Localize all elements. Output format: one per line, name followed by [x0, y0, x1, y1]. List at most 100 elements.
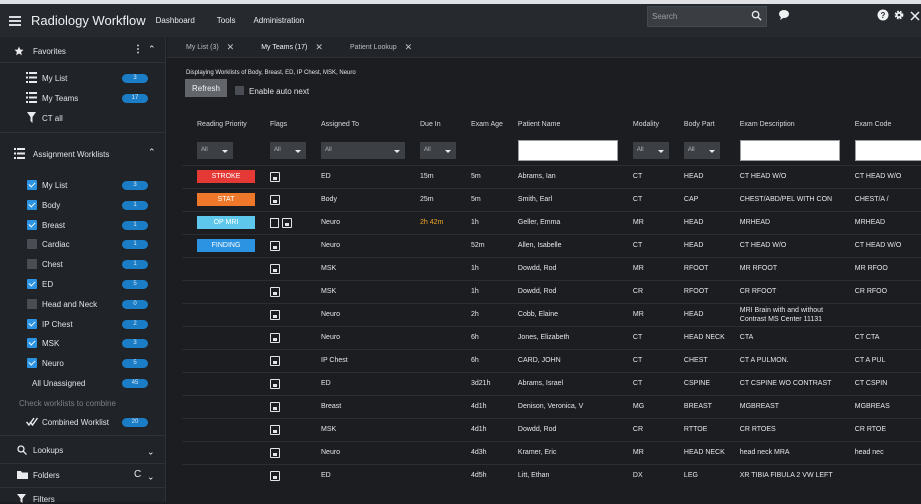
- document-icon[interactable]: [270, 217, 279, 228]
- image-icon[interactable]: [282, 217, 292, 228]
- table-row[interactable]: Neuro 2h Cobb, Elaine MR HEAD MRI Brain with …: [182, 302, 921, 326]
- chat-icon[interactable]: [778, 9, 790, 21]
- assignment-worklists-header[interactable]: Assignment Worklists ⌃: [0, 147, 166, 161]
- combined-worklist[interactable]: Combined Worklist 20: [0, 416, 166, 428]
- favorite-ct-all[interactable]: CT all: [0, 112, 166, 124]
- worklist-item[interactable]: Body 1: [0, 199, 166, 211]
- favorites-header[interactable]: Favorites ⋮ ⌃: [0, 43, 166, 59]
- filter-select[interactable]: All: [321, 142, 405, 160]
- column-header[interactable]: Exam Age: [456, 112, 503, 137]
- chevron-down-icon[interactable]: ⌃: [147, 445, 155, 456]
- nav-dashboard[interactable]: Dashboard: [156, 16, 195, 25]
- filter-text-input[interactable]: [517, 140, 618, 162]
- refresh-button[interactable]: Refresh: [185, 79, 227, 97]
- table-row[interactable]: STAT Body 25m 5m Smith, Earl CT CAP CHEST/ABD/P…: [182, 187, 921, 211]
- filters-header[interactable]: Filters: [0, 492, 166, 504]
- column-header[interactable]: Assigned To: [306, 112, 405, 137]
- filter-select[interactable]: All: [683, 142, 720, 160]
- search-input[interactable]: Search: [647, 6, 767, 27]
- worklist-item[interactable]: My List 3: [0, 179, 166, 191]
- close-icon[interactable]: [909, 9, 921, 21]
- help-icon[interactable]: ?: [877, 9, 889, 21]
- filter-select[interactable]: All: [632, 142, 669, 160]
- image-icon[interactable]: [270, 378, 280, 389]
- table-row[interactable]: IP Chest 6h CARD, JOHN CT CHEST CT A PULMON. C…: [182, 348, 921, 372]
- worklist-checkbox[interactable]: [27, 338, 37, 349]
- worklist-item[interactable]: Cardiac 1: [0, 238, 166, 250]
- close-icon[interactable]: ✕: [315, 42, 323, 53]
- close-icon[interactable]: ✕: [227, 42, 235, 53]
- worklist-item[interactable]: MSK 3: [0, 337, 166, 349]
- chevron-up-icon[interactable]: ⌃: [148, 147, 156, 158]
- worklist-checkbox[interactable]: [27, 279, 37, 289]
- image-icon[interactable]: [270, 171, 280, 182]
- image-icon[interactable]: [270, 286, 280, 297]
- worklist-item[interactable]: IP Chest 2: [0, 318, 166, 330]
- column-header[interactable]: Flags: [255, 112, 306, 137]
- favorite-my-list[interactable]: My List 3: [0, 72, 166, 84]
- worklist-item[interactable]: Neuro 5: [0, 357, 166, 369]
- worklist-item[interactable]: ED 5: [0, 278, 166, 290]
- favorite-my-teams[interactable]: My Teams 17: [0, 92, 166, 104]
- more-icon[interactable]: ⋮: [133, 44, 143, 55]
- table-row[interactable]: Neuro 4d3h Kramer, Eric MR HEAD NECK head nec…: [182, 440, 921, 464]
- table-row[interactable]: ED 3d21h Abrams, Israel CT CSPINE CT CSPINE W…: [182, 371, 921, 395]
- folders-header[interactable]: Folders C ⌃: [0, 468, 166, 482]
- column-header[interactable]: Body Part: [669, 112, 725, 137]
- filter-select[interactable]: All: [197, 142, 233, 160]
- worklist-item[interactable]: Chest 1: [0, 258, 166, 270]
- refresh-icon[interactable]: C: [134, 469, 141, 480]
- worklist-item[interactable]: Head and Neck 0: [0, 298, 166, 310]
- worklist-checkbox[interactable]: [27, 180, 37, 190]
- worklist-checkbox[interactable]: [27, 318, 37, 329]
- column-header[interactable]: Exam Code: [840, 112, 921, 137]
- nav-tools[interactable]: Tools: [217, 16, 236, 25]
- table-row[interactable]: OP MRI Neuro 2h 42m 1h Geller, Emma MR HEAD MRH…: [182, 210, 921, 234]
- worklist-checkbox[interactable]: [27, 199, 37, 210]
- filter-text-input[interactable]: [854, 140, 921, 162]
- chevron-down-icon[interactable]: ⌃: [147, 470, 155, 481]
- worklist-checkbox[interactable]: [27, 298, 37, 309]
- image-icon[interactable]: [270, 332, 280, 343]
- table-row[interactable]: MSK 1h Dowdd, Rod MR RFOOT MR RFOOT MR RFOO: [182, 256, 921, 280]
- chevron-up-icon[interactable]: ⌃: [148, 44, 156, 55]
- image-icon[interactable]: [270, 240, 280, 251]
- table-row[interactable]: Breast 4d1h Denison, Veronica, V MG BREAST MG…: [182, 394, 921, 418]
- auto-next-checkbox[interactable]: [235, 86, 244, 95]
- image-icon[interactable]: [270, 309, 280, 320]
- tab-my-list[interactable]: My List (3) ✕: [167, 37, 242, 58]
- tab-my-teams[interactable]: My Teams (17) ✕: [242, 37, 331, 58]
- close-icon[interactable]: ✕: [405, 42, 413, 53]
- all-unassigned[interactable]: All Unassigned 45: [0, 377, 166, 389]
- table-row[interactable]: ED 4d5h Litt, Ethan DX LEG XR TIBIA FIBULA 2 …: [182, 463, 921, 487]
- table-row[interactable]: Neuro 6h Jones, Elizabeth CT HEAD NECK CTA CT …: [182, 325, 921, 349]
- image-icon[interactable]: [270, 263, 280, 274]
- worklist-checkbox[interactable]: [27, 259, 37, 270]
- column-header[interactable]: Due In: [405, 112, 456, 137]
- image-icon[interactable]: [270, 424, 280, 435]
- filter-select[interactable]: All: [420, 142, 456, 160]
- worklist-checkbox[interactable]: [27, 358, 37, 369]
- image-icon[interactable]: [270, 194, 280, 205]
- image-icon[interactable]: [270, 355, 280, 366]
- tab-patient-lookup[interactable]: Patient Lookup ✕: [331, 37, 420, 58]
- image-icon[interactable]: [270, 401, 280, 412]
- search-icon[interactable]: [751, 10, 762, 21]
- filter-select[interactable]: All: [270, 142, 306, 160]
- gear-icon[interactable]: [893, 9, 905, 21]
- filter-text-input[interactable]: [739, 140, 840, 162]
- column-header[interactable]: Reading Priority: [182, 112, 255, 137]
- worklist-checkbox[interactable]: [27, 219, 37, 230]
- nav-administration[interactable]: Administration: [253, 16, 304, 25]
- image-icon[interactable]: [270, 447, 280, 458]
- column-header[interactable]: Modality: [618, 112, 669, 137]
- table-row[interactable]: MSK 4d1h Dowdd, Rod CR RTTOE CR RTOES CR RTOE: [182, 417, 921, 441]
- column-header[interactable]: Patient Name: [503, 112, 618, 137]
- column-header[interactable]: Exam Description: [725, 112, 840, 137]
- image-icon[interactable]: [270, 470, 280, 481]
- table-row[interactable]: FINDING Neuro 52m Allen, Isabelle CT HEAD CT H…: [182, 233, 921, 257]
- worklist-checkbox[interactable]: [27, 239, 37, 250]
- table-row[interactable]: MSK 1h Dowdd, Rod CR RFOOT CR RFOOT CR RFOO: [182, 279, 921, 303]
- worklist-item[interactable]: Breast 1: [0, 219, 166, 231]
- menu-icon[interactable]: [9, 15, 21, 26]
